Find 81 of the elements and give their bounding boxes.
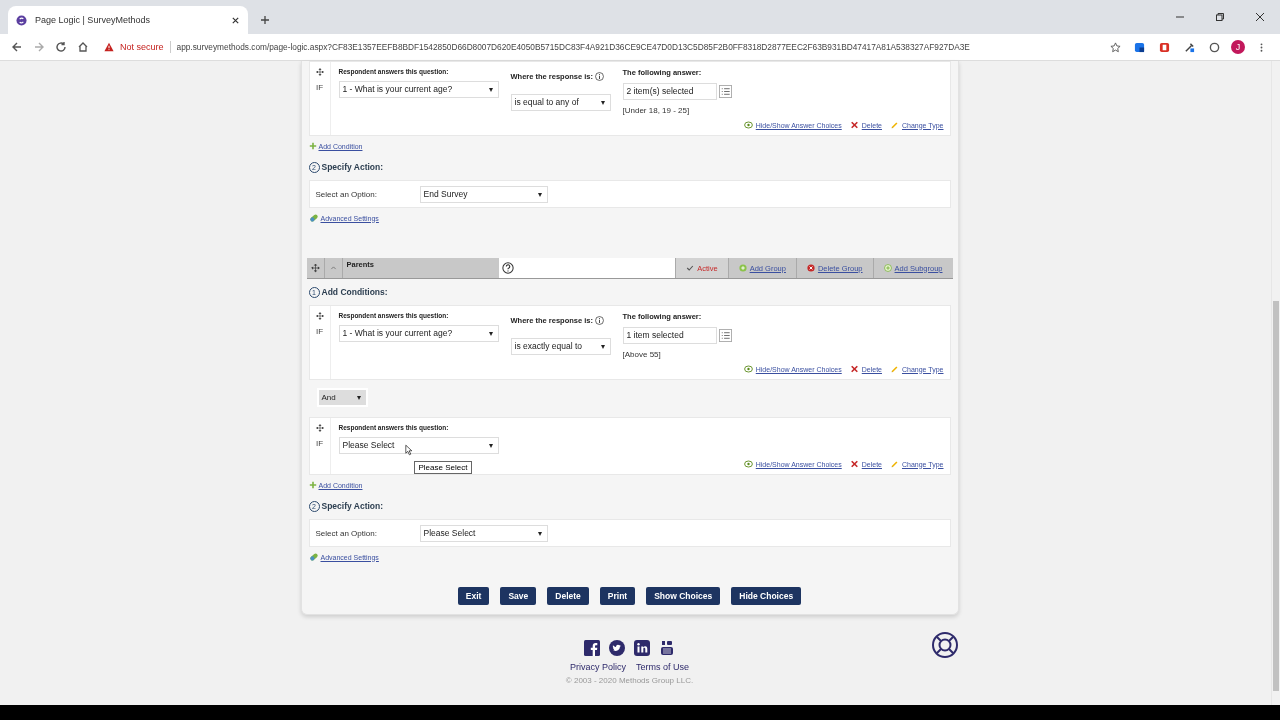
cursor-icon [404, 444, 413, 456]
field-label: Select an Option: [315, 189, 378, 199]
section-heading: Specify Action: [321, 501, 384, 511]
plus-circle-icon [883, 264, 892, 272]
warning-icon [104, 42, 114, 52]
delete-icon [849, 121, 859, 129]
pencil-icon [890, 460, 899, 468]
if-label: IF [315, 439, 324, 448]
new-tab-icon[interactable] [260, 15, 270, 25]
profile-avatar[interactable]: J [1231, 40, 1245, 54]
reload-icon[interactable] [55, 41, 67, 53]
action-select[interactable]: End Survey [419, 185, 548, 203]
conjunction-select[interactable]: And [316, 388, 368, 407]
info-icon[interactable] [595, 72, 605, 82]
selected-answers: [Under 18, 19 - 25] [622, 106, 691, 115]
move-handle-icon[interactable] [306, 258, 325, 278]
section-heading: Add Conditions: [321, 287, 388, 297]
section-heading: Specify Action: [321, 162, 384, 172]
eye-icon [743, 365, 753, 373]
action-button[interactable]: Delete [547, 587, 589, 605]
pill-icon [308, 213, 319, 223]
move-handle-icon[interactable] [314, 423, 325, 433]
info-icon[interactable] [595, 316, 605, 326]
twitter-icon[interactable] [609, 640, 625, 656]
eye-icon [743, 121, 753, 129]
eye-icon [743, 460, 753, 468]
action-select[interactable]: Please Select [419, 524, 548, 542]
close-icon[interactable] [231, 15, 240, 25]
question-select[interactable]: 1 - What is your current age? [338, 325, 499, 342]
delete-circle-icon [806, 264, 815, 272]
star-icon[interactable] [1110, 41, 1121, 53]
question-select[interactable]: 1 - What is your current age? [338, 81, 499, 98]
copyright-text: © 2003 - 2020 Methods Group LLC. [565, 676, 694, 685]
check-icon [686, 264, 695, 272]
restore-icon[interactable] [1215, 12, 1225, 22]
circle-icon[interactable] [1209, 41, 1220, 53]
logo-icon [16, 14, 27, 26]
move-handle-icon[interactable] [314, 311, 325, 321]
plus-circle-icon [738, 264, 747, 272]
browser-tab[interactable]: Page Logic | SurveyMethods [8, 6, 248, 34]
linkedin-icon[interactable] [634, 640, 650, 656]
security-label: Not secure [120, 42, 164, 52]
eyedropper-icon[interactable] [1184, 41, 1195, 53]
extension-icon[interactable] [1159, 41, 1170, 53]
move-handle-icon[interactable] [314, 67, 325, 77]
help-icon[interactable] [501, 262, 514, 274]
back-icon[interactable] [11, 41, 23, 53]
operator-select[interactable]: is exactly equal to [510, 337, 611, 355]
answer-field[interactable]: 2 item(s) selected [622, 83, 717, 100]
plus-icon [308, 142, 317, 150]
scrollbar[interactable] [1271, 61, 1280, 705]
action-button[interactable]: Exit [457, 587, 490, 605]
if-label: IF [315, 327, 324, 336]
tooltip: Please Select [413, 461, 473, 474]
tab-title: Page Logic | SurveyMethods [35, 15, 151, 25]
answer-field[interactable]: 1 item selected [622, 327, 717, 344]
lifebuoy-icon[interactable] [931, 631, 959, 659]
close-icon[interactable] [1255, 12, 1265, 22]
action-button[interactable]: Print [599, 587, 636, 605]
list-icon[interactable] [718, 85, 732, 98]
if-label: IF [315, 83, 324, 92]
operator-select[interactable]: is equal to any of [510, 93, 611, 111]
footer-link[interactable]: Terms of Use [636, 662, 689, 672]
url-text: app.surveymethods.com/page-logic.aspx?CF83E1357EEFB8BDF1542850D66D8007D620E4050B5715DC83F4A921D36CE9CE47D0D13C5D85F2B0FF8318D2877EEC2F63B931BD47417A81A538327AF927DA3E [176, 42, 971, 52]
footer-link[interactable]: Privacy Policy [570, 662, 626, 672]
field-label: Select an Option: [315, 528, 378, 538]
pill-icon [308, 552, 319, 562]
pencil-icon [890, 121, 899, 129]
action-button[interactable]: Hide Choices [731, 587, 802, 605]
plus-icon [308, 481, 317, 489]
question-select[interactable]: Please Select [338, 437, 499, 454]
facebook-icon[interactable] [584, 640, 600, 656]
selected-answers: [Above 55] [622, 350, 662, 359]
list-icon[interactable] [718, 329, 732, 342]
action-button[interactable]: Show Choices [646, 587, 721, 605]
action-button[interactable]: Save [500, 587, 537, 605]
extension-icon[interactable] [1134, 41, 1145, 53]
delete-icon [849, 365, 859, 373]
home-icon[interactable] [77, 41, 89, 53]
pencil-icon [890, 365, 899, 373]
delete-icon [849, 460, 859, 468]
